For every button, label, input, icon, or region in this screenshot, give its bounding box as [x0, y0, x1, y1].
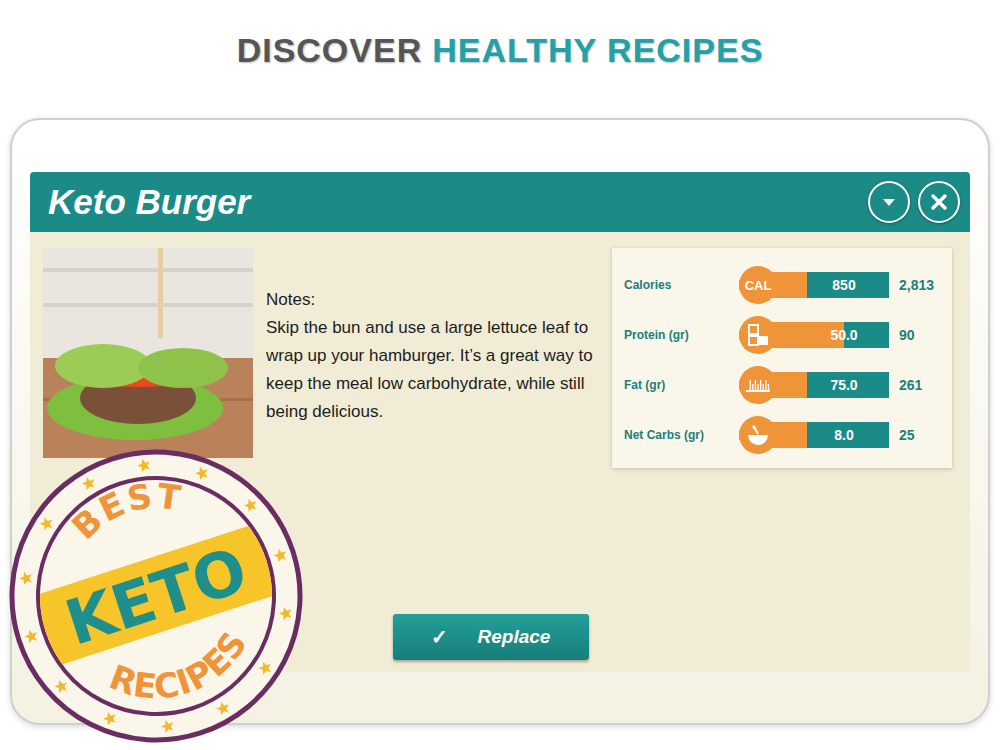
nutrition-value: 850: [805, 272, 883, 298]
nutrition-icon: [739, 366, 777, 404]
page: DISCOVERHEALTHY RECIPES Keto Burger Notes:…: [0, 0, 1000, 750]
nutrition-row: Calories CAL 850 2,813: [624, 266, 942, 304]
headline: DISCOVERHEALTHY RECIPES: [0, 28, 1000, 72]
nutrition-bar: 75.0: [739, 372, 889, 398]
nutrition-value: 50.0: [805, 322, 883, 348]
calories-icon-text: CAL: [745, 278, 772, 293]
star-icon: [215, 700, 232, 716]
badge-top-text: BEST: [58, 462, 196, 553]
nutrition-row: Fat (gr) 75.0 261: [624, 366, 942, 404]
star-icon: [242, 497, 259, 513]
star-icon: [102, 710, 119, 726]
collapse-button[interactable]: [868, 181, 910, 223]
star-icon: [80, 475, 97, 491]
star-icon: [257, 659, 274, 675]
badge-bottom-text: RECIPES: [94, 615, 265, 726]
nutrition-panel: Calories CAL 850 2,813 Protein (gr) 50.0 90 Fat…: [612, 248, 952, 468]
nutrition-value: 75.0: [805, 372, 883, 398]
best-keto-badge: BESTKETORECIPES: [6, 446, 306, 746]
nutrition-icon: CAL: [739, 266, 777, 304]
replace-label: Replace: [478, 626, 551, 648]
star-icon: [23, 628, 40, 644]
nutrition-bar: CAL 850: [739, 272, 889, 298]
nutrition-icon: [739, 316, 777, 354]
headline-dark: DISCOVER: [237, 31, 423, 69]
close-button[interactable]: [918, 181, 960, 223]
nutrition-value: 8.0: [805, 422, 883, 448]
star-icon: [277, 605, 294, 621]
nutrition-target: 2,813: [889, 277, 934, 293]
star-icon: [38, 515, 55, 531]
star-icon: [194, 465, 211, 481]
nutrition-target: 261: [889, 377, 922, 393]
cubes-icon: [746, 323, 770, 347]
star-icon: [272, 547, 289, 563]
star-icon: [136, 457, 153, 473]
nutrition-label: Calories: [624, 278, 739, 292]
ruler-icon: [745, 375, 771, 395]
notes: Notes:Skip the bun and use a large lettu…: [266, 248, 599, 426]
recipe-photo: [43, 248, 253, 458]
recipe-content: Notes:Skip the bun and use a large lettu…: [43, 248, 952, 468]
check-icon: ✓: [431, 625, 448, 649]
replace-button[interactable]: ✓ Replace: [393, 614, 589, 660]
notes-label: Notes:: [266, 286, 599, 314]
star-icon: [53, 678, 70, 694]
panel-header: Keto Burger: [30, 172, 970, 232]
nutrition-label: Fat (gr): [624, 378, 739, 392]
nutrition-icon: [739, 416, 777, 454]
nutrition-label: Net Carbs (gr): [624, 428, 739, 442]
nutrition-bar: 8.0: [739, 422, 889, 448]
close-icon: [929, 192, 949, 212]
window-buttons: [868, 181, 960, 223]
nutrition-bar: 50.0: [739, 322, 889, 348]
nutrition-row: Net Carbs (gr) 8.0 25: [624, 416, 942, 454]
nutrition-target: 25: [889, 427, 915, 443]
headline-accent: HEALTHY RECIPES: [432, 31, 763, 69]
recipe-title: Keto Burger: [48, 182, 250, 222]
nutrition-row: Protein (gr) 50.0 90: [624, 316, 942, 354]
gauge-icon: [746, 423, 770, 447]
chevron-down-icon: [880, 193, 898, 211]
star-icon: [159, 718, 176, 734]
nutrition-target: 90: [889, 327, 915, 343]
nutrition-label: Protein (gr): [624, 328, 739, 342]
star-icon: [18, 570, 35, 586]
notes-text: Skip the bun and use a large lettuce lea…: [266, 314, 599, 426]
